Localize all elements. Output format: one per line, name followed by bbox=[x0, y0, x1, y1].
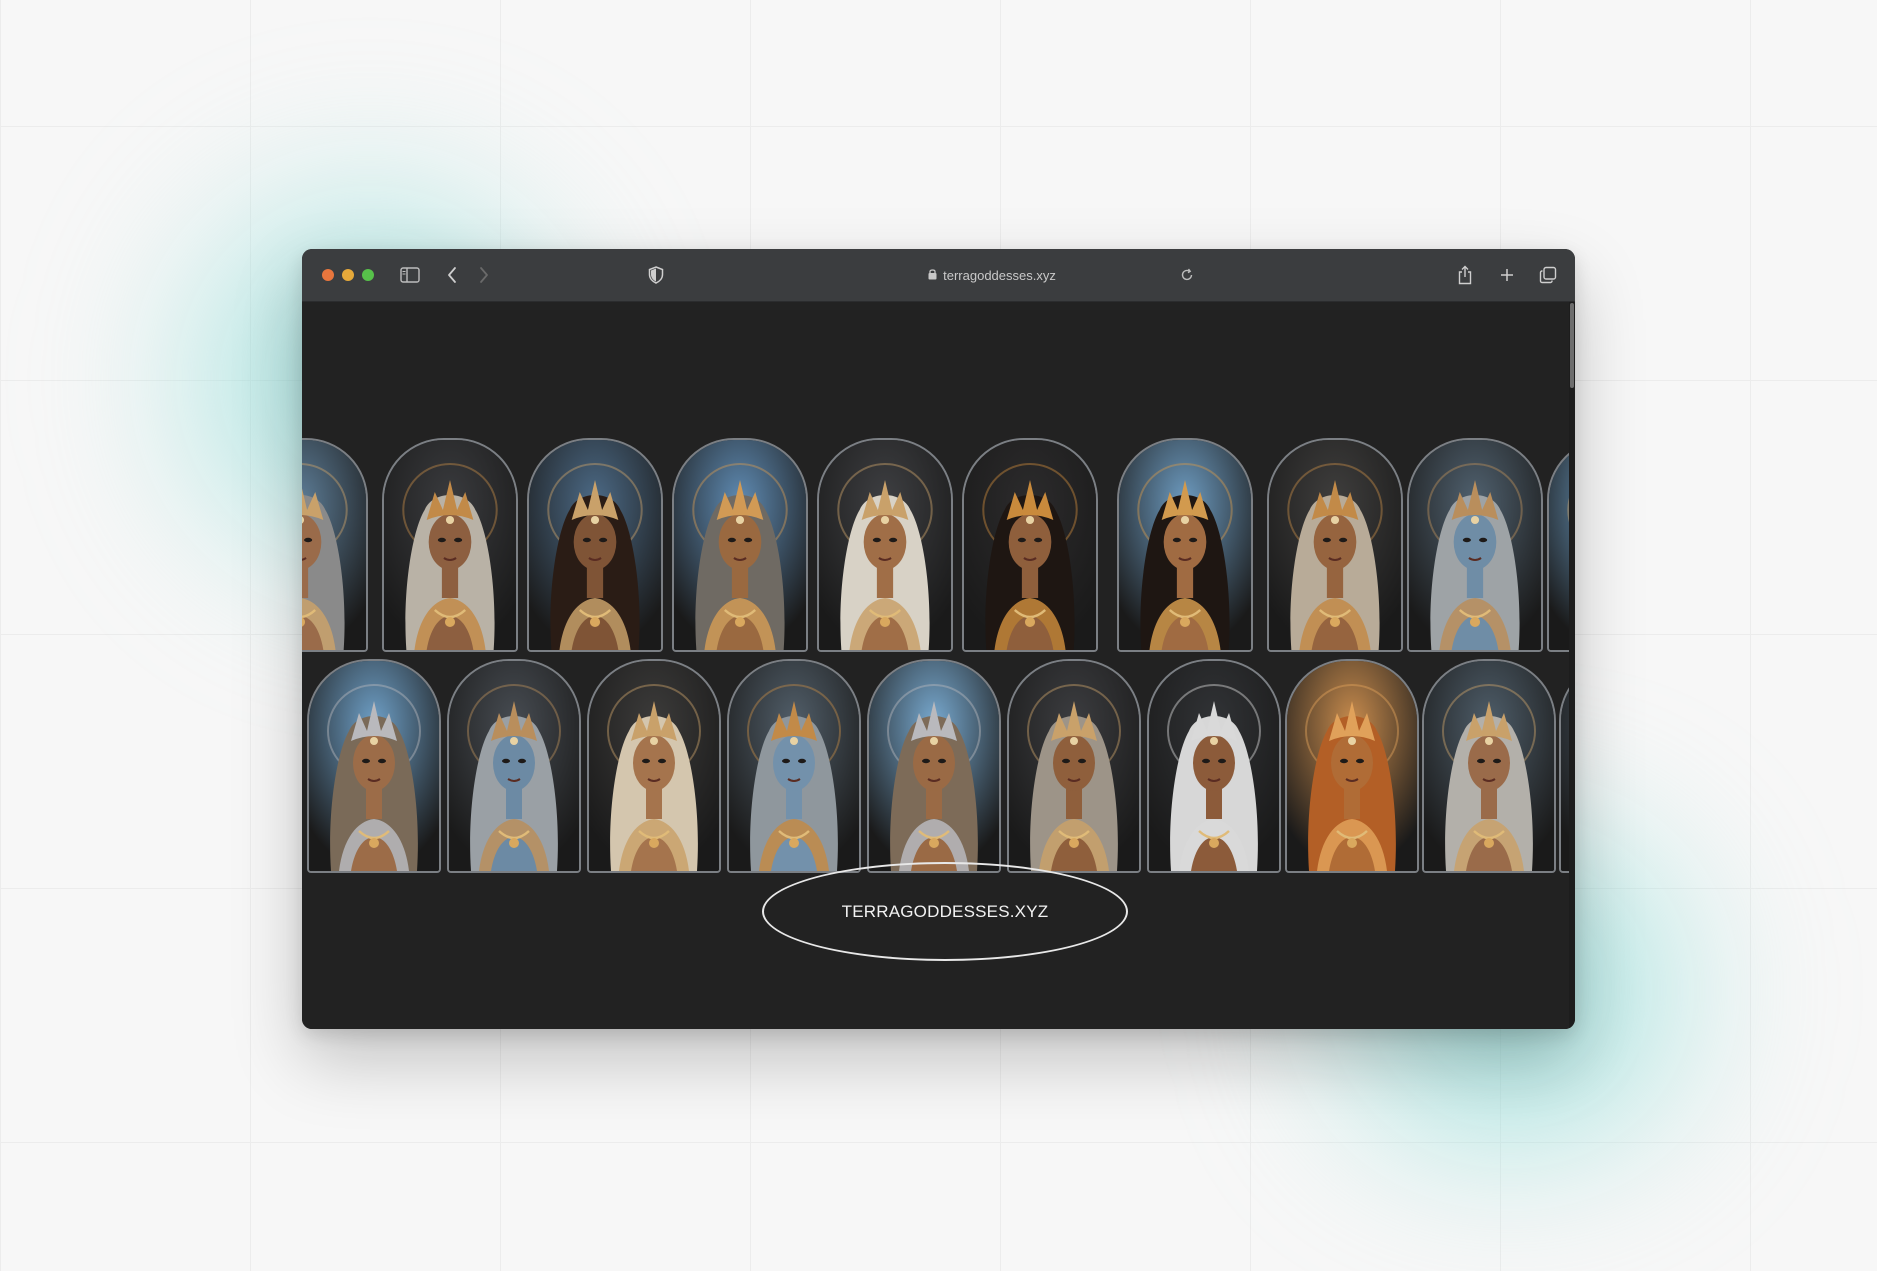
goddess-card[interactable] bbox=[382, 438, 518, 652]
goddess-portrait-image bbox=[309, 661, 439, 871]
goddess-portrait-image bbox=[674, 440, 806, 650]
scrollbar-thumb[interactable] bbox=[1570, 303, 1574, 388]
goddess-card[interactable] bbox=[1007, 659, 1141, 873]
page-content: TERRAGODDESSES.XYZ bbox=[302, 302, 1573, 1029]
sidebar-icon[interactable] bbox=[398, 263, 422, 287]
goddess-card[interactable] bbox=[1285, 659, 1419, 873]
goddess-portrait-image bbox=[529, 440, 661, 650]
minimize-window-button[interactable] bbox=[342, 269, 354, 281]
goddess-card[interactable] bbox=[672, 438, 808, 652]
goddess-card[interactable] bbox=[587, 659, 721, 873]
zoom-window-button[interactable] bbox=[362, 269, 374, 281]
scrollbar-track[interactable] bbox=[1569, 302, 1575, 1029]
goddess-portrait-image bbox=[1409, 440, 1541, 650]
goddess-portrait-image bbox=[1424, 661, 1554, 871]
goddess-card[interactable] bbox=[302, 438, 368, 652]
goddess-card[interactable] bbox=[1267, 438, 1403, 652]
url-text: terragoddesses.xyz bbox=[943, 267, 1056, 283]
share-icon[interactable] bbox=[1453, 263, 1477, 287]
goddess-card[interactable] bbox=[527, 438, 663, 652]
tabs-overview-icon[interactable] bbox=[1536, 263, 1560, 287]
goddess-portrait-image bbox=[1009, 661, 1139, 871]
goddess-portrait-image bbox=[302, 440, 366, 650]
goddess-portrait-image bbox=[449, 661, 579, 871]
plus-icon[interactable] bbox=[1495, 263, 1519, 287]
lock-icon bbox=[928, 268, 937, 283]
shield-icon[interactable] bbox=[644, 263, 668, 287]
chevron-left-icon[interactable] bbox=[440, 263, 464, 287]
address-bar[interactable]: terragoddesses.xyz bbox=[862, 265, 1122, 285]
goddess-portrait-image bbox=[869, 661, 999, 871]
browser-toolbar: terragoddesses.xyz bbox=[302, 249, 1575, 302]
gallery-row-2 bbox=[302, 659, 1573, 873]
goddess-portrait-image bbox=[1269, 440, 1401, 650]
chevron-right-icon[interactable] bbox=[472, 263, 496, 287]
browser-window: terragoddesses.xyz TERRAGODDESSES.XYZ bbox=[302, 249, 1575, 1029]
goddess-card[interactable] bbox=[447, 659, 581, 873]
goddess-card[interactable] bbox=[1147, 659, 1281, 873]
goddess-portrait-image bbox=[1149, 661, 1279, 871]
goddess-card[interactable] bbox=[962, 438, 1098, 652]
reload-icon[interactable] bbox=[1175, 263, 1199, 287]
goddess-portrait-image bbox=[729, 661, 859, 871]
goddess-card[interactable] bbox=[1422, 659, 1556, 873]
desktop-background: terragoddesses.xyz TERRAGODDESSES.XYZ bbox=[0, 0, 1877, 1271]
goddess-portrait-image bbox=[384, 440, 516, 650]
goddess-card[interactable] bbox=[307, 659, 441, 873]
goddess-portrait-image bbox=[589, 661, 719, 871]
goddess-portrait-image bbox=[1119, 440, 1251, 650]
goddess-card[interactable] bbox=[1117, 438, 1253, 652]
close-window-button[interactable] bbox=[322, 269, 334, 281]
goddess-card[interactable] bbox=[867, 659, 1001, 873]
goddess-portrait-image bbox=[964, 440, 1096, 650]
goddess-card[interactable] bbox=[727, 659, 861, 873]
site-logo-button[interactable]: TERRAGODDESSES.XYZ bbox=[762, 862, 1128, 961]
site-logo-text: TERRAGODDESSES.XYZ bbox=[841, 901, 1049, 921]
goddess-portrait-image bbox=[1287, 661, 1417, 871]
gallery-row-1 bbox=[302, 438, 1573, 652]
goddess-card[interactable] bbox=[817, 438, 953, 652]
goddess-portrait-image bbox=[819, 440, 951, 650]
goddess-card[interactable] bbox=[1407, 438, 1543, 652]
